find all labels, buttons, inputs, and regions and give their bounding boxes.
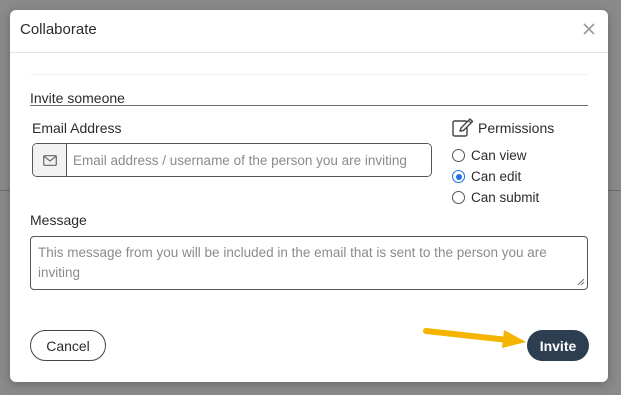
backdrop-line xyxy=(608,190,621,191)
email-input-group xyxy=(32,143,432,177)
invite-button[interactable]: Invite xyxy=(527,330,589,361)
edit-icon xyxy=(452,118,474,137)
collaborate-modal: Collaborate Invite someone Email Address… xyxy=(10,10,608,382)
section-divider xyxy=(30,105,588,106)
can-edit-label: Can edit xyxy=(471,169,522,184)
close-icon xyxy=(583,23,595,35)
email-addon xyxy=(33,144,67,176)
can-view-label: Can view xyxy=(471,148,527,163)
message-field[interactable] xyxy=(30,236,588,290)
header-divider xyxy=(10,52,608,53)
modal-title: Collaborate xyxy=(20,21,97,38)
cancel-button[interactable]: Cancel xyxy=(30,330,106,361)
permission-option-can-submit[interactable]: Can submit xyxy=(452,190,539,205)
permission-option-can-view[interactable]: Can view xyxy=(452,148,527,163)
close-button[interactable] xyxy=(580,20,598,38)
permissions-title: Permissions xyxy=(478,120,555,136)
permissions-header: Permissions xyxy=(452,118,554,138)
can-submit-radio[interactable] xyxy=(452,191,465,204)
backdrop-line xyxy=(0,190,10,191)
email-label: Email Address xyxy=(32,120,122,136)
arrow-right-icon xyxy=(423,328,526,348)
can-view-radio[interactable] xyxy=(452,149,465,162)
can-submit-label: Can submit xyxy=(471,190,540,205)
content-divider xyxy=(30,74,588,75)
message-label: Message xyxy=(30,212,87,228)
permission-option-can-edit[interactable]: Can edit xyxy=(452,169,521,184)
envelope-icon xyxy=(42,154,57,166)
section-title: Invite someone xyxy=(30,90,125,106)
email-field[interactable] xyxy=(67,144,431,176)
can-edit-radio[interactable] xyxy=(452,170,465,183)
